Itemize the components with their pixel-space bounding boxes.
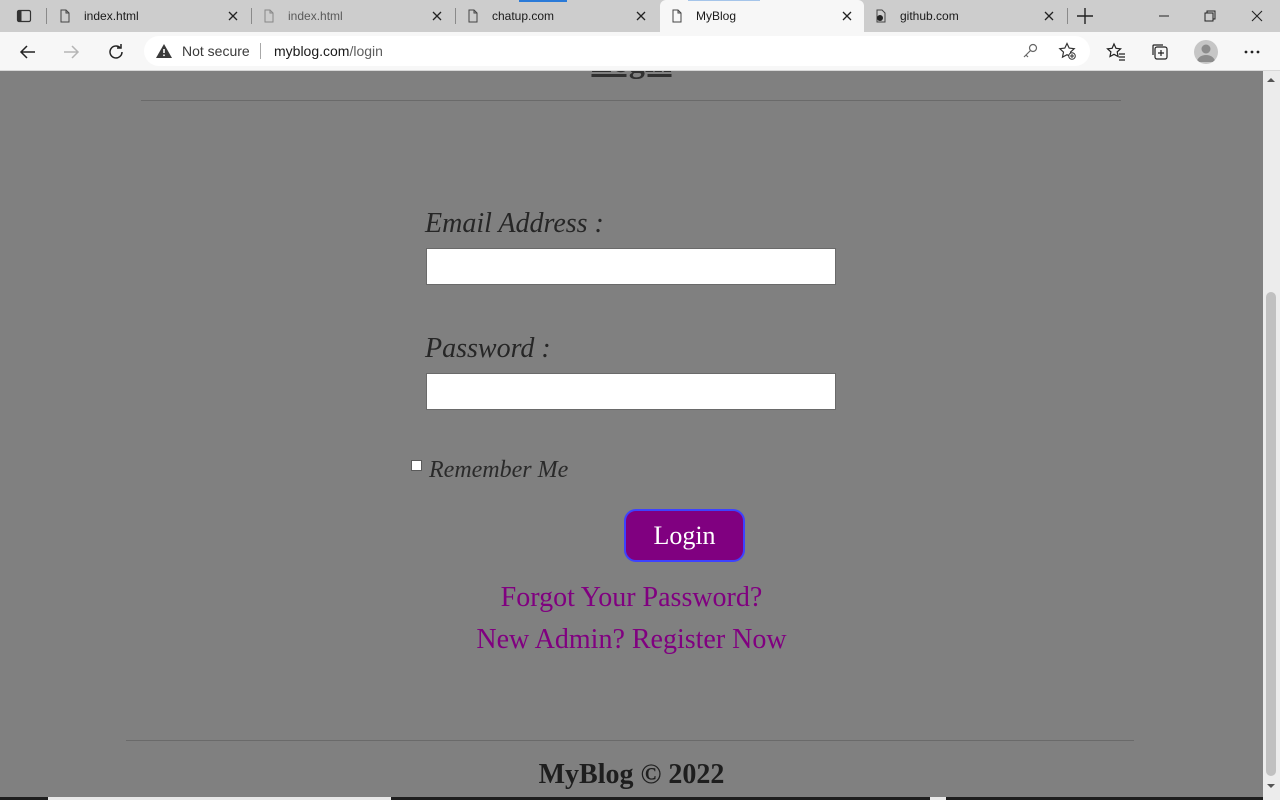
footer-divider: [126, 740, 1134, 741]
scroll-thumb[interactable]: [1266, 292, 1276, 776]
profile-avatar[interactable]: [1194, 40, 1218, 64]
settings-menu-button[interactable]: [1240, 40, 1264, 64]
tab-separator: [46, 8, 47, 24]
remember-me-label[interactable]: Remember Me: [429, 457, 568, 484]
page-icon: [672, 9, 682, 23]
tab-loading-indicator: [519, 0, 567, 2]
tab-label: github.com: [900, 9, 959, 23]
tab-index-html-1[interactable]: index.html: [48, 0, 250, 32]
add-favorite-icon[interactable]: [1058, 42, 1076, 60]
forward-button[interactable]: [59, 40, 83, 64]
tab-loading-indicator: [688, 0, 760, 1]
email-field[interactable]: [426, 248, 836, 285]
restore-button[interactable]: [1187, 0, 1233, 32]
close-icon[interactable]: [430, 9, 444, 23]
tab-separator: [1067, 8, 1068, 24]
forgot-password-link-text[interactable]: Forgot Your Password?: [501, 582, 763, 613]
login-button[interactable]: Login: [624, 509, 745, 562]
refresh-button[interactable]: [104, 40, 128, 64]
refresh-icon: [109, 44, 123, 59]
address-bar[interactable]: Not secure myblog.com/login: [144, 36, 1090, 66]
footer-copyright: MyBlog © 2022: [538, 759, 725, 790]
forgot-password-link: Forgot Your Password?: [0, 582, 1263, 614]
back-arrow-icon: [19, 45, 35, 59]
tab-label: chatup.com: [492, 9, 555, 23]
remember-me-checkbox[interactable]: [411, 460, 422, 471]
tab-myblog[interactable]: MyBlog: [660, 0, 864, 32]
page-icon: [264, 9, 274, 23]
password-label: Password :: [425, 333, 551, 364]
scroll-down-icon[interactable]: [1266, 781, 1276, 791]
email-label: Email Address :: [425, 208, 604, 239]
address-divider: [260, 43, 261, 59]
url-host: myblog.com: [274, 43, 350, 59]
back-button[interactable]: [16, 40, 40, 64]
url-path: /login: [349, 43, 383, 59]
register-link-text[interactable]: New Admin? Register Now: [476, 624, 786, 655]
tab-chatup[interactable]: chatup.com: [456, 0, 658, 32]
collections-button[interactable]: [1148, 40, 1172, 64]
new-tab-icon[interactable]: [1074, 5, 1096, 27]
minimize-button[interactable]: [1141, 0, 1187, 32]
security-status[interactable]: Not secure: [182, 43, 250, 59]
page-scrollbar[interactable]: [1263, 71, 1280, 800]
more-icon: [1244, 50, 1260, 54]
tab-actions-button[interactable]: [8, 5, 40, 27]
tab-github[interactable]: github.com: [864, 0, 1066, 32]
tab-strip: index.html index.html chatup.com MyBlog …: [0, 0, 1280, 32]
tab-label: index.html: [84, 9, 139, 23]
close-icon: [1251, 10, 1263, 22]
favorites-icon: [1106, 42, 1125, 61]
page-icon: [60, 9, 70, 23]
close-icon[interactable]: [634, 9, 648, 23]
scroll-up-icon[interactable]: [1266, 75, 1276, 85]
favorites-button[interactable]: [1104, 40, 1128, 64]
close-icon[interactable]: [1042, 9, 1056, 23]
key-icon[interactable]: [1022, 43, 1038, 59]
profile-icon: [1197, 44, 1215, 62]
tab-label: MyBlog: [696, 9, 737, 23]
close-window-button[interactable]: [1234, 0, 1280, 32]
page-content: Login Email Address : Password : Remembe…: [0, 71, 1263, 800]
password-field[interactable]: [426, 373, 836, 410]
register-link: New Admin? Register Now: [0, 624, 1263, 656]
close-icon[interactable]: [226, 9, 240, 23]
collections-icon: [1152, 44, 1168, 60]
forward-arrow-icon: [64, 45, 80, 59]
minimize-icon: [1159, 15, 1169, 17]
page-title: Login: [0, 71, 1263, 80]
browser-toolbar: Not secure myblog.com/login: [0, 32, 1280, 71]
tab-index-html-2[interactable]: index.html: [252, 0, 454, 32]
warning-icon: [156, 44, 172, 58]
restore-icon: [1204, 10, 1216, 22]
github-icon: [876, 9, 886, 23]
page-icon: [468, 9, 478, 23]
url-text[interactable]: myblog.com/login: [274, 43, 383, 59]
header-divider: [141, 100, 1121, 101]
tab-label: index.html: [288, 9, 343, 23]
close-icon[interactable]: [840, 9, 854, 23]
tab-actions-icon: [16, 9, 32, 23]
